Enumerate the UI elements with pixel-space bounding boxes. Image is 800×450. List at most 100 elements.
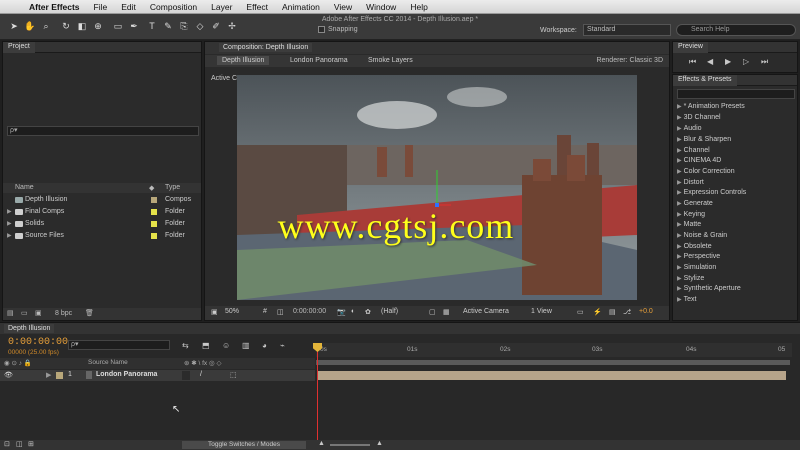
effect-category[interactable]: ▶ Synthetic Aperture <box>677 285 741 292</box>
effect-category[interactable]: ▶ Simulation <box>677 264 716 271</box>
column-type[interactable]: Type <box>165 184 180 191</box>
tab-effects-presets[interactable]: Effects & Presets <box>673 75 737 86</box>
puppet-tool-icon[interactable]: ✢ <box>226 20 238 32</box>
roto-brush-tool-icon[interactable]: ✐ <box>210 20 222 32</box>
work-area-bar[interactable] <box>316 360 790 365</box>
timeline-zoom-slider[interactable] <box>330 444 370 446</box>
effect-category[interactable]: ▶ Channel <box>677 147 710 154</box>
breadcrumb-depth-illusion[interactable]: Depth Illusion <box>217 56 270 65</box>
magnification-select[interactable]: 50% <box>225 308 239 315</box>
grid-icon[interactable]: # <box>263 308 267 315</box>
toggle-pixel-aspect-icon[interactable]: ▭ <box>577 308 584 316</box>
effect-category[interactable]: ▶ Blur & Sharpen <box>677 136 731 143</box>
rectangle-tool-icon[interactable]: ▭ <box>112 20 124 32</box>
label-color-swatch[interactable] <box>151 233 157 239</box>
toggle-switches-modes-button[interactable]: Toggle Switches / Modes <box>182 441 306 449</box>
zoom-out-icon[interactable]: ▲ <box>318 440 325 447</box>
playhead-line[interactable] <box>317 343 318 449</box>
effect-category[interactable]: ▶ * Animation Presets <box>677 103 745 110</box>
effect-category[interactable]: ▶ CINEMA 4D <box>677 157 721 164</box>
renderer-control[interactable]: Renderer: Classic 3D <box>596 57 663 64</box>
zoom-in-icon[interactable]: ▲ <box>376 440 383 447</box>
active-camera-select[interactable]: Active Camera <box>463 308 509 315</box>
menu-app[interactable]: After Effects <box>22 2 87 12</box>
layer-duration-bar[interactable] <box>318 371 786 380</box>
snapping-toggle[interactable]: Snapping <box>318 26 358 33</box>
timeline-search-input[interactable]: ρ▾ <box>68 340 170 350</box>
effect-category[interactable]: ▶ Keying <box>677 211 705 218</box>
shy-switch[interactable] <box>182 371 190 380</box>
effect-category[interactable]: ▶ Perspective <box>677 253 720 260</box>
always-preview-icon[interactable]: ▣ <box>211 308 218 316</box>
menu-layer[interactable]: Layer <box>204 2 239 12</box>
label-color-swatch[interactable] <box>151 197 157 203</box>
hand-tool-icon[interactable]: ✋ <box>24 20 36 32</box>
breadcrumb-smoke-layers[interactable]: Smoke Layers <box>363 56 418 65</box>
snapping-checkbox[interactable] <box>318 26 325 33</box>
menu-effect[interactable]: Effect <box>239 2 275 12</box>
motion-blur-icon[interactable]: ◕ <box>262 341 267 350</box>
breadcrumb-london-panorama[interactable]: London Panorama <box>285 56 353 65</box>
next-frame-icon[interactable]: ▷ <box>743 57 749 66</box>
transparency-grid-icon[interactable]: ▦ <box>443 308 450 316</box>
label-color-swatch[interactable] <box>151 209 157 215</box>
last-frame-icon[interactable]: ⏭ <box>761 57 768 67</box>
video-eye-icon[interactable]: 👁 <box>4 371 13 379</box>
menu-animation[interactable]: Animation <box>275 2 327 12</box>
time-ruler[interactable]: 0s 01s 02s 03s 04s 05 <box>316 343 792 357</box>
effect-category[interactable]: ▶ Color Correction <box>677 168 735 175</box>
brush-tool-icon[interactable]: ✎ <box>162 20 174 32</box>
effect-category[interactable]: ▶ Audio <box>677 125 702 132</box>
draft-3d-icon[interactable]: ⬒ <box>202 341 210 350</box>
view-layout-select[interactable]: 1 View <box>531 308 552 315</box>
region-of-interest-icon[interactable]: ▢ <box>429 308 436 316</box>
type-tool-icon[interactable]: T <box>146 20 158 32</box>
show-snapshot-icon[interactable]: ◐ <box>351 308 355 315</box>
new-folder-icon[interactable]: ▭ <box>21 309 28 317</box>
quality-switch-icon[interactable]: / <box>200 371 202 378</box>
renderer-value[interactable]: Classic 3D <box>630 57 663 64</box>
project-item-final-comps[interactable]: ▶ Final Comps Folder <box>3 207 201 218</box>
expand-triangle-icon[interactable]: ▶ <box>46 371 51 379</box>
menu-help[interactable]: Help <box>403 2 434 12</box>
label-color-swatch[interactable] <box>56 372 63 379</box>
pen-tool-icon[interactable]: ✒ <box>128 20 140 32</box>
effect-category[interactable]: ▶ Obsolete <box>677 243 712 250</box>
effect-category[interactable]: ▶ Distort <box>677 179 704 186</box>
trash-icon[interactable]: 🗑 <box>85 309 94 317</box>
comp-mini-flowchart-icon[interactable]: ⇆ <box>182 341 189 350</box>
menu-window[interactable]: Window <box>359 2 403 12</box>
effects-search-input[interactable] <box>677 89 795 99</box>
effect-category[interactable]: ▶ Stylize <box>677 275 704 282</box>
frame-blending-icon[interactable]: ▥ <box>242 341 250 350</box>
project-item-source-files[interactable]: ▶ Source Files Folder <box>3 231 201 242</box>
rotate-tool-icon[interactable]: ↻ <box>60 20 72 32</box>
layer-row[interactable]: 👁 ▶ 1 London Panorama / ⬚ <box>0 370 315 381</box>
menu-file[interactable]: File <box>87 2 115 12</box>
camera-tool-icon[interactable]: ◧ <box>76 20 88 32</box>
column-name[interactable]: Name <box>15 184 34 191</box>
label-color-swatch[interactable] <box>151 221 157 227</box>
layer-name[interactable]: London Panorama <box>96 371 157 378</box>
current-time[interactable]: 0:00:00:00 <box>293 308 326 315</box>
play-icon[interactable]: ▶ <box>725 57 731 66</box>
effect-category[interactable]: ▶ Noise & Grain <box>677 232 727 239</box>
prev-frame-icon[interactable]: ◀ <box>707 57 713 66</box>
effect-category[interactable]: ▶ Matte <box>677 221 701 228</box>
new-composition-icon[interactable]: ▣ <box>35 309 42 317</box>
workspace-select[interactable]: Standard <box>583 24 671 36</box>
label-column-icon[interactable]: ◆ <box>149 184 154 192</box>
effect-category[interactable]: ▶ Expression Controls <box>677 189 746 196</box>
in-out-toggle-icon[interactable]: ⊞ <box>28 440 34 448</box>
menu-view[interactable]: View <box>327 2 359 12</box>
av-features-icon[interactable]: ◉ ⊙ ♪ 🔒 <box>4 359 32 367</box>
composition-viewer[interactable] <box>237 75 637 300</box>
column-source-name[interactable]: Source Name <box>88 359 128 366</box>
expand-triangle-icon[interactable]: ▶ <box>7 208 12 215</box>
search-help-input[interactable]: Search Help <box>676 24 796 36</box>
fast-previews-icon[interactable]: ⚡ <box>593 308 602 316</box>
shy-layers-icon[interactable]: ☺ <box>222 341 230 350</box>
project-search-input[interactable]: ρ▾ <box>7 126 199 136</box>
zoom-tool-icon[interactable]: ⌕ <box>40 20 52 32</box>
effect-category[interactable]: ▶ 3D Channel <box>677 114 721 121</box>
